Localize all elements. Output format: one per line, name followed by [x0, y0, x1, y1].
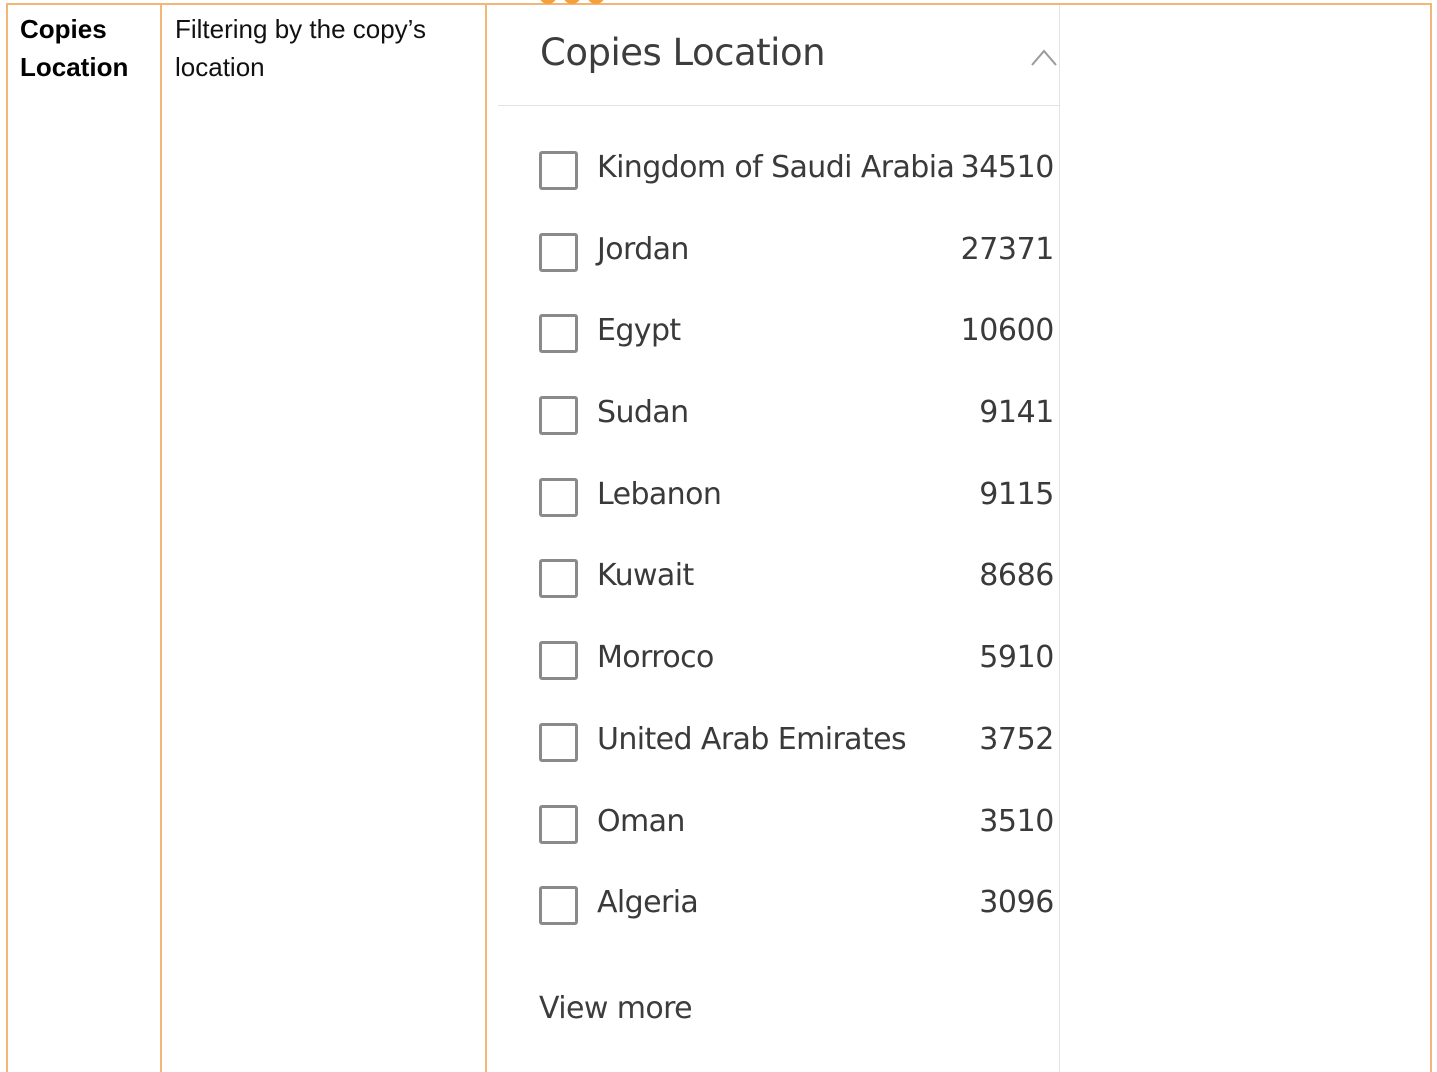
filter-option-count: 9115	[979, 476, 1054, 512]
table-cell-description: Filtering by the copy’s location	[175, 14, 426, 82]
filter-option-label: Kingdom of Saudi Arabia	[597, 150, 955, 185]
filter-panel-title: Copies Location	[540, 31, 826, 74]
checkbox[interactable]	[539, 722, 578, 762]
filter-option-count: 8686	[979, 558, 1054, 594]
filter-option-label: Sudan	[597, 395, 689, 431]
filter-option-count: 5910	[979, 640, 1054, 676]
dot-icon	[539, 0, 557, 4]
filter-option-morroco[interactable]: Morroco 5910	[498, 621, 1060, 703]
filter-option-count: 9141	[979, 395, 1054, 431]
filter-option-label: Jordan	[597, 231, 689, 267]
dot-icon	[587, 0, 605, 4]
filter-option-label: Kuwait	[597, 558, 694, 594]
filter-option-list: Kingdom of Saudi Arabia 34510 Jordan 273…	[498, 131, 1060, 948]
filter-option-count: 34510	[960, 150, 1055, 185]
table-column-divider	[485, 5, 487, 1072]
copies-location-filter-panel: Copies Location Kingdom of Saudi Arabia …	[498, 5, 1060, 1072]
chevron-up-icon[interactable]	[1031, 47, 1057, 67]
view-more-link[interactable]: View more	[539, 988, 693, 1030]
filter-option-label: United Arab Emirates	[597, 721, 907, 757]
filter-option-count: 3096	[979, 885, 1054, 921]
filter-option-count: 27371	[960, 231, 1055, 267]
loading-dots-decoration	[539, 0, 605, 4]
filter-option-count: 3752	[979, 721, 1054, 757]
checkbox[interactable]	[539, 886, 578, 926]
filter-option-count: 3510	[979, 803, 1054, 839]
filter-option-label: Morroco	[597, 640, 714, 676]
dot-icon	[563, 0, 581, 4]
filter-option-label: Egypt	[597, 313, 681, 349]
filter-option-label: Algeria	[597, 885, 699, 921]
checkbox[interactable]	[539, 804, 578, 844]
filter-option-lebanon[interactable]: Lebanon 9115	[498, 458, 1060, 540]
checkbox[interactable]	[539, 641, 578, 681]
filter-option-count: 10600	[960, 313, 1055, 349]
filter-panel-header[interactable]: Copies Location	[498, 5, 1060, 106]
filter-option-oman[interactable]: Oman 3510	[498, 785, 1060, 867]
filter-option-united-arab-emirates[interactable]: United Arab Emirates 3752	[498, 703, 1060, 785]
table-column-divider	[160, 5, 162, 1072]
checkbox[interactable]	[539, 151, 578, 190]
table-cell-field-name: Copies Location	[20, 14, 129, 82]
filter-option-label: Oman	[597, 803, 685, 839]
checkbox[interactable]	[539, 559, 578, 599]
filter-option-label: Lebanon	[597, 476, 722, 512]
filter-option-egypt[interactable]: Egypt 10600	[498, 294, 1060, 376]
filter-option-algeria[interactable]: Algeria 3096	[498, 866, 1060, 948]
checkbox[interactable]	[539, 396, 578, 436]
checkbox[interactable]	[539, 232, 578, 272]
checkbox[interactable]	[539, 477, 578, 517]
filter-option-sudan[interactable]: Sudan 9141	[498, 376, 1060, 458]
filter-option-jordan[interactable]: Jordan 27371	[498, 213, 1060, 295]
filter-option-kingdom-of-saudi-arabia[interactable]: Kingdom of Saudi Arabia 34510	[498, 131, 1060, 213]
filter-option-kuwait[interactable]: Kuwait 8686	[498, 539, 1060, 621]
checkbox[interactable]	[539, 314, 578, 354]
